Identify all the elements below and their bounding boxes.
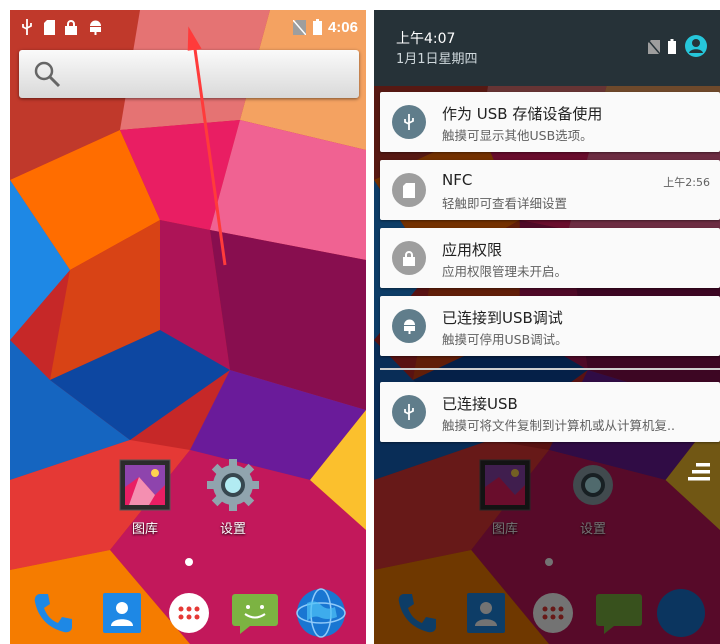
gallery-icon (118, 458, 172, 512)
dock (10, 582, 366, 644)
notification-divider (380, 368, 720, 370)
clear-all-icon (688, 463, 710, 481)
notification-subtitle: 触摸可显示其他USB选项。 (442, 128, 593, 143)
notification-app-permissions[interactable]: 应用权限 应用权限管理未开启。 (380, 228, 720, 288)
no-sim-icon (292, 19, 306, 35)
clear-all-button[interactable] (686, 460, 712, 484)
clock: 4:06 (327, 19, 358, 36)
sd-card-icon (42, 19, 56, 35)
android-debug-icon (88, 19, 102, 35)
notification-usb-debugging[interactable]: 已连接到USB调试 触摸可停用USB调试。 (380, 296, 720, 356)
messaging-icon[interactable] (228, 586, 282, 640)
contacts-icon[interactable] (95, 586, 149, 640)
notification-usb-connected[interactable]: 已连接USB 触摸可将文件复制到计算机或从计算机复.. (380, 382, 720, 442)
notification-subtitle: 触摸可将文件复制到计算机或从计算机复.. (442, 418, 675, 433)
app-label: 图库 (131, 522, 158, 537)
notification-title: 应用权限 (442, 241, 503, 259)
page-indicator (185, 558, 193, 566)
notification-subtitle: 轻触即可查看详细设置 (442, 196, 568, 211)
swipe-arrow-annotation (187, 26, 227, 266)
notification-usb-storage[interactable]: 作为 USB 存储设备使用 触摸可显示其他USB选项。 (380, 92, 720, 152)
notification-title: 已连接USB (442, 395, 518, 413)
phone-icon[interactable] (26, 586, 80, 640)
android-debug-icon (392, 309, 426, 343)
app-label: 设置 (219, 522, 246, 537)
shade-header: 上午4:07 1月1日星期四 (374, 10, 720, 86)
notification-subtitle: 应用权限管理未开启。 (442, 264, 568, 279)
usb-icon (20, 19, 34, 35)
battery-icon (668, 38, 676, 58)
sd-card-icon (392, 173, 426, 207)
settings-gear-icon (206, 458, 260, 512)
notification-subtitle: 触摸可停用USB调试。 (442, 332, 568, 347)
shade-date: 1月1日星期四 (396, 52, 478, 67)
notification-title: 作为 USB 存储设备使用 (442, 105, 603, 123)
user-avatar-icon[interactable] (684, 34, 708, 62)
lock-icon (64, 19, 78, 35)
usb-icon (392, 395, 426, 429)
usb-icon (392, 105, 426, 139)
home-screen: 4:06 图库 设置 (10, 10, 366, 644)
search-icon (33, 60, 61, 88)
shade-time: 上午4:07 (396, 31, 456, 47)
app-drawer-icon[interactable] (162, 586, 216, 640)
notification-nfc[interactable]: NFC 轻触即可查看详细设置 上午2:56 (380, 160, 720, 220)
notification-time: 上午2:56 (663, 176, 710, 189)
notification-title: 已连接到USB调试 (442, 309, 563, 327)
no-sim-icon (647, 39, 661, 58)
app-settings[interactable]: 设置 (198, 458, 268, 537)
lock-icon (392, 241, 426, 275)
browser-globe-icon[interactable] (294, 586, 348, 640)
app-gallery[interactable]: 图库 (110, 458, 180, 537)
battery-icon (312, 19, 322, 35)
notification-shade-screen: 图库 设置 上午4:07 1月1日星期四 (374, 10, 720, 644)
notification-title: NFC (442, 171, 473, 189)
